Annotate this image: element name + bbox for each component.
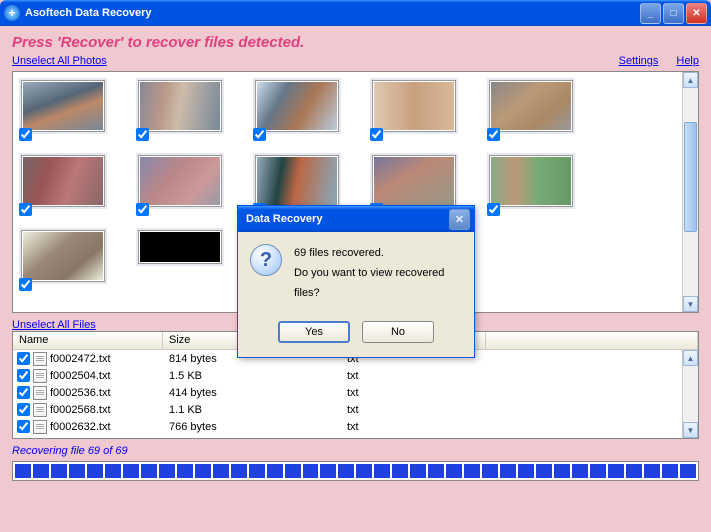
photo-thumbnail <box>23 232 103 280</box>
photo-thumbnail <box>491 82 571 130</box>
file-name: f0002472.txt <box>50 353 111 365</box>
close-button[interactable]: ✕ <box>686 3 707 24</box>
file-icon <box>33 420 47 434</box>
photo-item[interactable] <box>138 230 223 285</box>
scroll-thumb[interactable] <box>684 122 697 232</box>
photo-checkbox[interactable] <box>487 128 500 141</box>
file-checkbox[interactable] <box>17 403 30 416</box>
unselect-files-link[interactable]: Unselect All Files <box>12 319 96 331</box>
progress-bar <box>12 461 699 481</box>
table-row[interactable]: f0002504.txt 1.5 KBtxt <box>13 367 698 384</box>
file-size: 766 bytes <box>163 421 341 433</box>
file-checkbox[interactable] <box>17 420 30 433</box>
photo-checkbox[interactable] <box>487 203 500 216</box>
photo-thumbnail <box>374 82 454 130</box>
photo-thumbnail <box>23 82 103 130</box>
file-ext: txt <box>341 404 486 416</box>
photo-item[interactable] <box>255 80 340 135</box>
app-icon: + <box>4 5 20 21</box>
status-text: Recovering file 69 of 69 <box>12 445 699 457</box>
file-icon <box>33 386 47 400</box>
scroll-up-icon[interactable]: ▲ <box>683 72 698 88</box>
col-header-name[interactable]: Name <box>13 332 163 349</box>
dialog-title: Data Recovery <box>246 213 449 225</box>
file-size: 1.5 KB <box>163 370 341 382</box>
photo-thumbnail <box>257 157 337 205</box>
photo-checkbox[interactable] <box>19 128 32 141</box>
top-links-row: Unselect All Photos Settings Help <box>12 55 699 67</box>
photo-item[interactable] <box>138 80 223 135</box>
photo-thumbnail <box>491 157 571 205</box>
file-ext: txt <box>341 387 486 399</box>
file-checkbox[interactable] <box>17 386 30 399</box>
dialog-body: ? 69 files recovered. Do you want to vie… <box>238 232 474 315</box>
window-title: Asoftech Data Recovery <box>25 7 640 19</box>
photo-item[interactable] <box>372 80 457 135</box>
photo-checkbox[interactable] <box>136 203 149 216</box>
photo-thumbnail <box>140 232 220 262</box>
file-checkbox[interactable] <box>17 352 30 365</box>
no-button[interactable]: No <box>362 321 434 343</box>
file-name: f0002504.txt <box>50 370 111 382</box>
table-row[interactable]: f0002632.txt 766 bytestxt <box>13 418 698 435</box>
photo-item[interactable] <box>21 80 106 135</box>
photo-item[interactable] <box>255 155 340 210</box>
file-icon <box>33 369 47 383</box>
photo-checkbox[interactable] <box>136 128 149 141</box>
photos-scrollbar[interactable]: ▲ ▼ <box>682 72 698 312</box>
photo-item[interactable] <box>489 80 574 135</box>
file-checkbox[interactable] <box>17 369 30 382</box>
photo-checkbox[interactable] <box>370 128 383 141</box>
file-icon <box>33 403 47 417</box>
file-name: f0002632.txt <box>50 421 111 433</box>
photo-thumbnail <box>257 82 337 130</box>
file-name: f0002568.txt <box>50 404 111 416</box>
file-size: 414 bytes <box>163 387 341 399</box>
settings-link[interactable]: Settings <box>619 55 659 67</box>
scroll-up-icon[interactable]: ▲ <box>683 350 698 366</box>
photo-thumbnail <box>374 157 454 205</box>
file-ext: txt <box>341 370 486 382</box>
help-link[interactable]: Help <box>676 55 699 67</box>
dialog-line2: Do you want to view recovered files? <box>294 264 462 304</box>
instruction-text: Press 'Recover' to recover files detecte… <box>12 34 699 51</box>
photo-thumbnail <box>140 82 220 130</box>
table-row[interactable]: f0002536.txt 414 bytestxt <box>13 384 698 401</box>
maximize-button[interactable]: □ <box>663 3 684 24</box>
file-icon <box>33 352 47 366</box>
col-header-spacer <box>486 332 698 349</box>
files-body: f0002472.txt814 bytestxtf0002504.txt1.5 … <box>13 350 698 435</box>
photo-checkbox[interactable] <box>19 278 32 291</box>
question-icon: ? <box>250 244 282 276</box>
table-row[interactable]: f0002568.txt 1.1 KBtxt <box>13 401 698 418</box>
photo-item[interactable] <box>489 155 574 210</box>
dialog-text: 69 files recovered. Do you want to view … <box>294 244 462 303</box>
photo-item[interactable] <box>138 155 223 210</box>
files-scrollbar[interactable]: ▲ ▼ <box>682 350 698 438</box>
unselect-photos-link[interactable]: Unselect All Photos <box>12 55 107 67</box>
scroll-down-icon[interactable]: ▼ <box>683 422 698 438</box>
yes-button[interactable]: Yes <box>278 321 350 343</box>
titlebar: + Asoftech Data Recovery _ □ ✕ <box>0 0 711 26</box>
photo-thumbnail <box>23 157 103 205</box>
photo-checkbox[interactable] <box>253 128 266 141</box>
photo-item[interactable] <box>21 230 106 285</box>
scroll-down-icon[interactable]: ▼ <box>683 296 698 312</box>
photo-item[interactable] <box>372 155 457 210</box>
dialog-line1: 69 files recovered. <box>294 244 462 264</box>
dialog-buttons: Yes No <box>238 315 474 357</box>
photo-item[interactable] <box>21 155 106 210</box>
dialog-close-button[interactable]: ✕ <box>449 209 470 230</box>
photo-thumbnail <box>140 157 220 205</box>
dialog-titlebar: Data Recovery ✕ <box>238 206 474 232</box>
file-name: f0002536.txt <box>50 387 111 399</box>
minimize-button[interactable]: _ <box>640 3 661 24</box>
photo-checkbox[interactable] <box>19 203 32 216</box>
window-controls: _ □ ✕ <box>640 3 707 24</box>
recovery-dialog: Data Recovery ✕ ? 69 files recovered. Do… <box>237 205 475 358</box>
file-ext: txt <box>341 421 486 433</box>
file-size: 1.1 KB <box>163 404 341 416</box>
